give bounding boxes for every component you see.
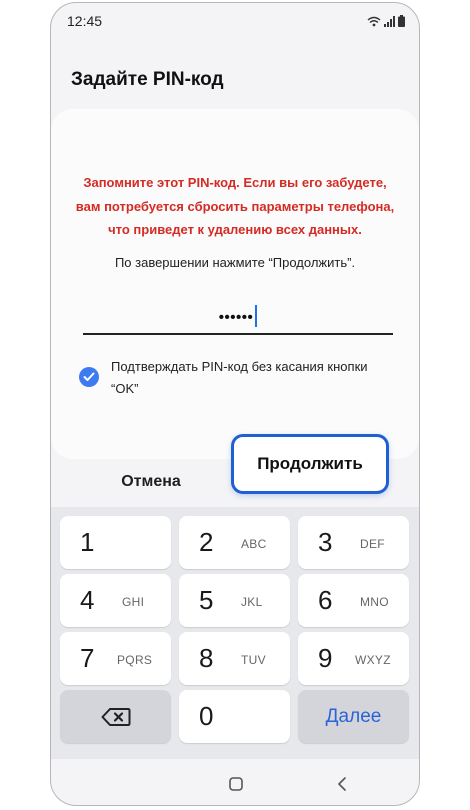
key-3[interactable]: 3 DEF: [298, 516, 409, 569]
key-8[interactable]: 8 TUV: [179, 632, 290, 685]
instruction-text: По завершении нажмите “Продолжить”.: [114, 255, 356, 270]
key-9[interactable]: 9 WXYZ: [298, 632, 409, 685]
page-title: Задайте PIN-код: [71, 69, 224, 90]
home-icon[interactable]: [229, 777, 243, 796]
key-letters: GHI: [122, 595, 145, 609]
warning-text: Запомните этот PIN-код. Если вы его забу…: [61, 171, 409, 242]
checkbox-label-line: “OK”: [111, 380, 139, 396]
backspace-key[interactable]: [60, 690, 171, 743]
checkbox-label: Подтверждать PIN-код без касания кнопки …: [111, 356, 401, 399]
key-letters: JKL: [241, 595, 263, 609]
key-letters: PQRS: [117, 653, 153, 667]
key-digit: 9: [318, 643, 333, 673]
key-digit: 1: [80, 527, 95, 557]
key-digit: 4: [80, 585, 95, 615]
checkbox-label-line: Подтверждать PIN-код без касания кнопки: [111, 359, 368, 374]
phone-frame: 12:45 Задайте PIN-код Запомните этот PIN…: [50, 2, 420, 806]
cancel-button[interactable]: Отмена: [91, 464, 211, 500]
signal-icon: [384, 14, 395, 32]
key-digit: 8: [199, 643, 214, 673]
navigation-bar: [51, 761, 419, 805]
continue-button[interactable]: Продолжить: [231, 434, 389, 494]
key-1[interactable]: 1: [60, 516, 171, 569]
battery-icon: [398, 14, 405, 32]
warning-line: вам потребуется сбросить параметры телеф…: [75, 198, 395, 214]
key-4[interactable]: 4 GHI: [60, 574, 171, 627]
key-digit: 6: [318, 585, 333, 615]
confirm-without-ok-option[interactable]: Подтверждать PIN-код без касания кнопки …: [79, 355, 399, 399]
key-digit: 5: [199, 585, 214, 615]
key-letters: ABC: [241, 537, 267, 551]
next-label: Далее: [325, 705, 382, 727]
key-0[interactable]: 0: [179, 690, 290, 743]
key-letters: DEF: [360, 537, 385, 551]
key-letters: TUV: [241, 653, 266, 667]
key-7[interactable]: 7 PQRS: [60, 632, 171, 685]
pin-value: ••••••: [83, 307, 393, 329]
key-letters: MNO: [360, 595, 389, 609]
key-digit: 3: [318, 527, 333, 557]
pin-card: Запомните этот PIN-код. Если вы его забу…: [51, 109, 419, 459]
key-2[interactable]: 2 ABC: [179, 516, 290, 569]
wifi-icon: [367, 14, 381, 32]
pin-input[interactable]: ••••••: [83, 299, 393, 335]
key-digit: 7: [80, 643, 95, 673]
status-bar: 12:45: [51, 3, 419, 39]
warning-line: что приведет к удалению всех данных.: [108, 222, 362, 237]
key-letters: WXYZ: [355, 653, 391, 667]
next-key[interactable]: Далее: [298, 690, 409, 743]
status-time: 12:45: [67, 13, 103, 29]
status-icons: [367, 14, 405, 32]
back-icon[interactable]: [337, 777, 347, 796]
key-5[interactable]: 5 JKL: [179, 574, 290, 627]
warning-line: Запомните этот PIN-код. Если вы его забу…: [83, 175, 387, 190]
backspace-icon: [101, 707, 130, 726]
key-digit: 2: [199, 527, 214, 557]
checkmark-icon: [83, 372, 95, 381]
numeric-keypad: 1 2 ABC 3 DEF 4 GHI 5 JKL 6 MNO 7 PQRS 8: [51, 507, 419, 759]
confirm-checkbox[interactable]: [79, 367, 99, 387]
key-6[interactable]: 6 MNO: [298, 574, 409, 627]
key-digit: 0: [199, 701, 214, 731]
